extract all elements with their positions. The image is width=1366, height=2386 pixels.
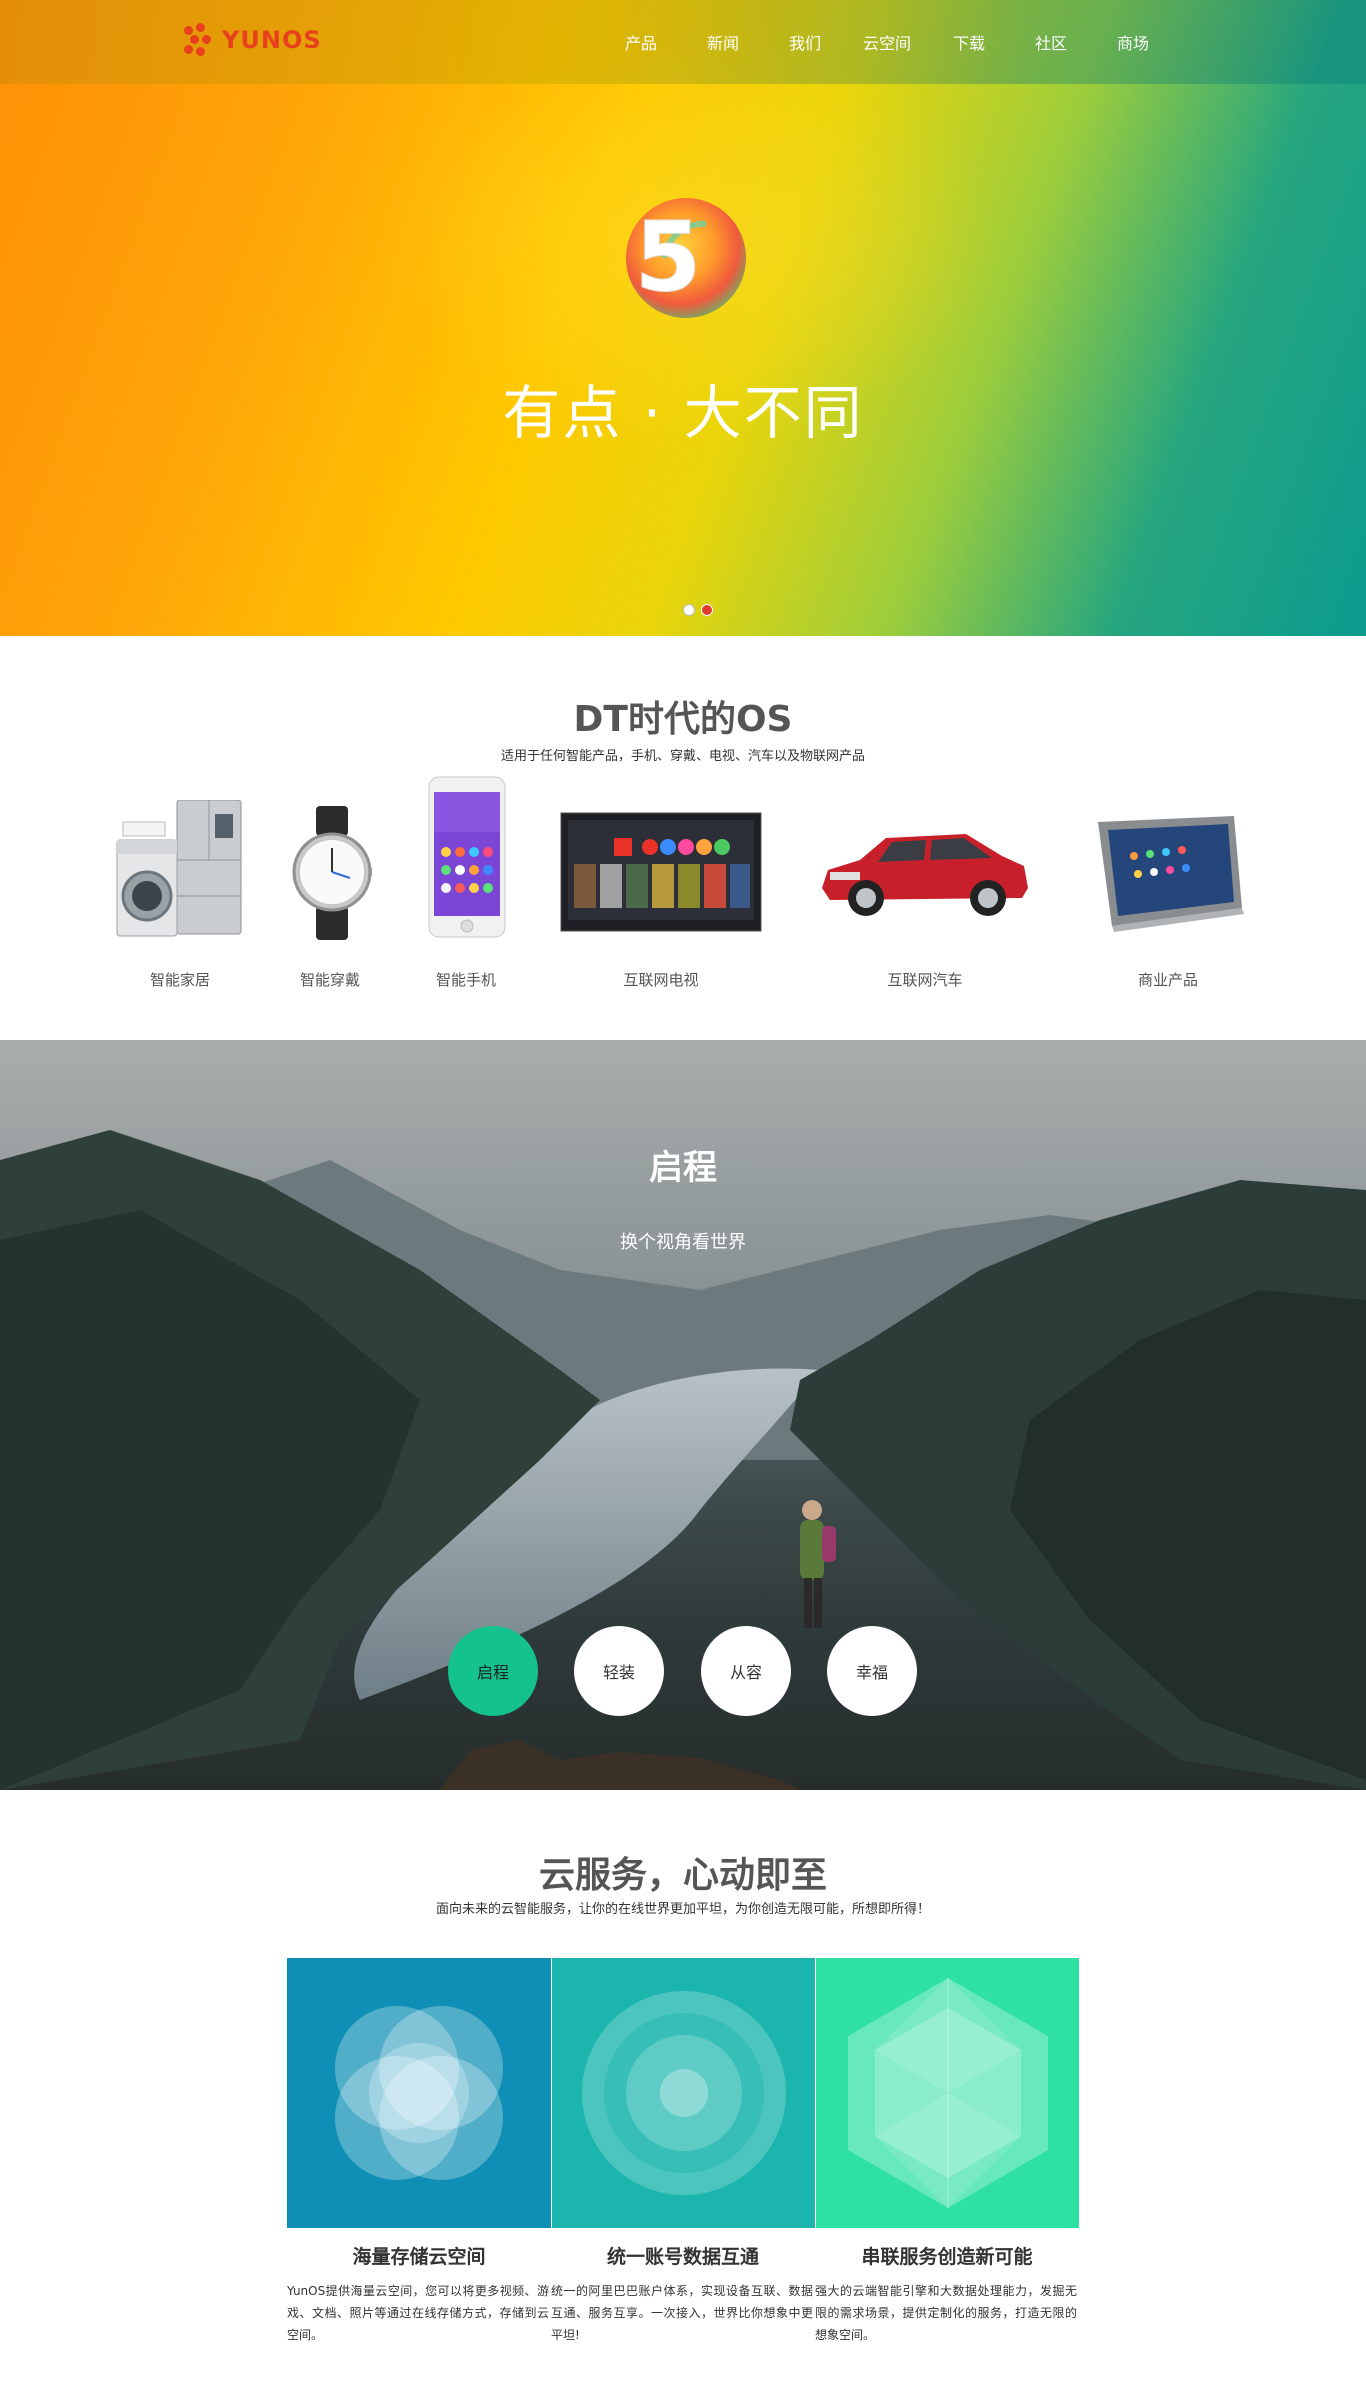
target-rings-icon [582,1991,786,2195]
overlapping-circles-icon [335,2006,503,2180]
product-smart-home[interactable]: 智能家居 [110,770,250,990]
watch-icon [292,806,372,940]
card-description: 统一的阿里巴巴账户体系，实现设备互联、数据互通、服务互享。一次接入，世界比你想象… [551,2284,813,2342]
hero-banner: 5 有点 · 大不同 [0,0,1366,636]
journey-section: 启程 换个视角看世界 启程 轻装 从容 幸福 [0,1040,1366,1790]
card-description: 强大的云端智能引擎和大数据处理能力，发掘无限的需求场景，提供定制化的服务，打造无… [815,2284,1077,2342]
yunos-logo-icon [182,23,216,57]
journey-btn-start[interactable]: 启程 [448,1626,538,1716]
nav-item-store[interactable]: 商场 [1092,30,1174,54]
home-appliances-icon [116,800,242,937]
card-cloud-storage[interactable] [287,1958,551,2228]
dt-section-title: DT时代的OS [573,699,793,740]
car-icon [822,834,1028,916]
product-commercial[interactable]: 商业产品 [1090,770,1246,990]
carousel-dots [683,604,719,616]
tv-icon [560,812,762,932]
card-unified-account[interactable] [551,1958,815,2228]
nav-item-about[interactable]: 我们 [764,30,846,54]
product-car[interactable]: 互联网汽车 [812,770,1038,990]
cloud-feature-cards [287,1958,1079,2228]
dt-section-subtitle: 适用于任何智能产品，手机、穿戴、电视、汽车以及物联网产品 [500,749,865,764]
product-label: 商业产品 [1137,971,1198,989]
journey-btn-calm[interactable]: 从容 [701,1626,791,1716]
top-navbar: YUNOS 产品 新闻 我们 云空间 下载 社区 商场 [0,0,1366,84]
journey-btn-light[interactable]: 轻装 [574,1626,664,1716]
main-menu: 产品 新闻 我们 云空间 下载 社区 商场 [600,0,1174,84]
tablet-icon [1098,816,1244,932]
carousel-dot-2[interactable] [701,604,713,616]
nav-item-download[interactable]: 下载 [928,30,1010,54]
journey-title: 启程 [649,1148,717,1188]
logo-text: YUNOS [222,26,322,54]
product-showcase: 智能家居 智能穿戴 智能手机 互联网电视 互联网汽车 商业产品 [0,770,1366,990]
card-connected-services[interactable] [815,1958,1079,2228]
product-label: 互联网电视 [623,971,699,989]
yunos-5-badge-icon: 5 [626,198,746,318]
yunos-logo[interactable]: YUNOS [182,22,322,58]
hexagon-icon [848,1978,1048,2208]
nav-item-cloud-space[interactable]: 云空间 [846,30,928,54]
hero-title: 有点 · 大不同 [502,379,864,447]
product-wearable[interactable]: 智能穿戴 [270,770,390,990]
nav-item-news[interactable]: 新闻 [682,30,764,54]
journey-subtitle: 换个视角看世界 [620,1232,746,1253]
nav-item-community[interactable]: 社区 [1010,30,1092,54]
product-smartphone[interactable]: 智能手机 [410,770,522,990]
card-title: 统一账号数据互通 [606,2246,759,2268]
product-tv[interactable]: 互联网电视 [556,770,766,990]
product-label: 智能家居 [149,971,210,989]
phone-icon [428,776,506,938]
product-label: 智能手机 [435,971,496,989]
card-description: YunOS提供海量云空间，您可以将更多视频、游戏、文档、照片等通过在线存储方式，… [287,2284,549,2342]
product-label: 互联网汽车 [887,971,963,989]
card-title: 海量存储云空间 [352,2246,486,2268]
nav-item-products[interactable]: 产品 [600,30,682,54]
cloud-section-subtitle: 面向未来的云智能服务，让你的在线世界更加平坦，为你创造无限可能，所想即所得！ [435,1902,930,1917]
journey-btn-happy[interactable]: 幸福 [827,1626,917,1716]
carousel-dot-1[interactable] [683,604,695,616]
cloud-section-title: 云服务，心动即至 [538,1855,827,1896]
card-title: 串联服务创造新可能 [861,2246,1033,2268]
badge-digit: 5 [635,201,702,313]
product-label: 智能穿戴 [299,971,360,989]
